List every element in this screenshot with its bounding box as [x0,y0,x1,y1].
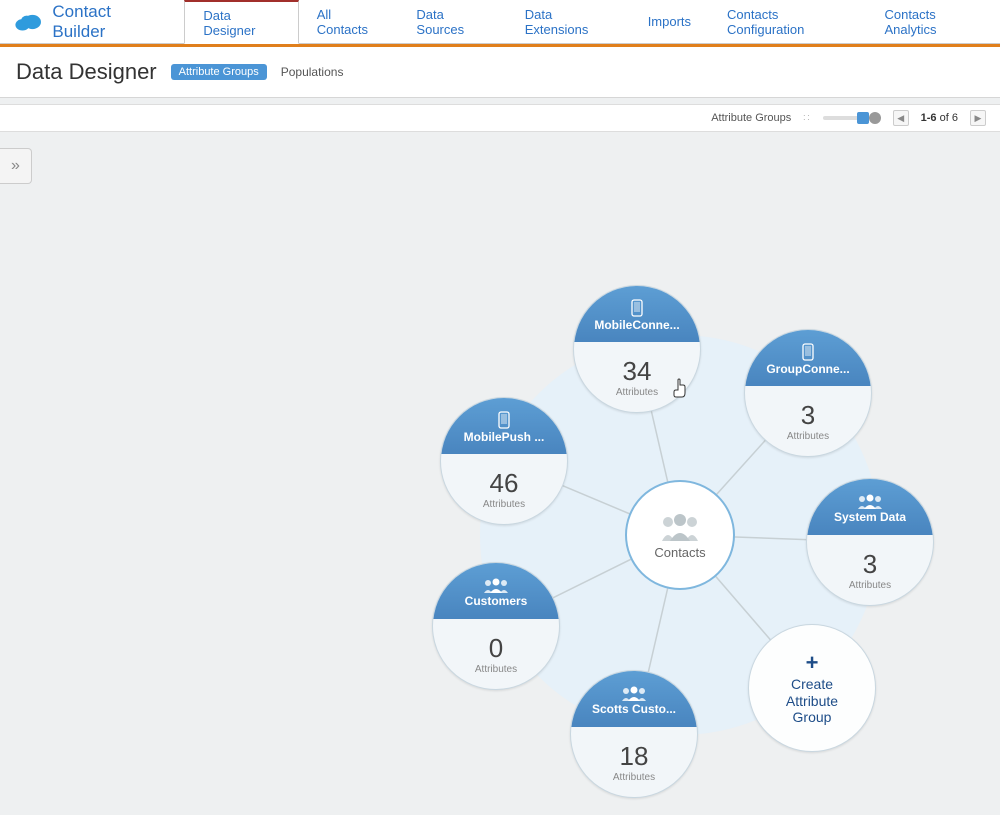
node-group-connect[interactable]: GroupConne... 3 Attributes [744,329,872,457]
node-mobile-connect[interactable]: MobileConne... 34 Attributes [573,285,701,413]
node-name: System Data [834,510,906,524]
node-count: 3 [801,400,815,431]
people-icon [483,577,509,593]
create-attribute-group-button[interactable]: + Create Attribute Group [748,624,876,752]
tab-contacts-analytics[interactable]: Contacts Analytics [866,0,1000,43]
node-system-data[interactable]: System Data 3 Attributes [806,478,934,606]
page-subheader: Data Designer Attribute Groups Populatio… [0,47,1000,98]
node-count: 3 [863,549,877,580]
node-scotts-customers[interactable]: Scotts Custo... 18 Attributes [570,670,698,798]
subtab-attribute-groups[interactable]: Attribute Groups [171,64,267,80]
salesforce-cloud-icon [14,11,42,33]
node-count: 0 [489,633,503,664]
tab-all-contacts[interactable]: All Contacts [299,0,399,43]
contacts-center-node[interactable]: Contacts [625,480,735,590]
node-sublabel: Attributes [849,580,891,591]
node-name: Scotts Custo... [592,702,676,716]
tab-imports[interactable]: Imports [630,0,709,43]
people-icon [658,511,702,541]
node-sublabel: Attributes [475,664,517,675]
plus-icon: + [806,650,819,676]
top-nav: Contact Builder Data Designer All Contac… [0,0,1000,44]
page-title: Data Designer [16,59,157,85]
node-name: GroupConne... [766,362,849,376]
node-count: 46 [490,468,519,499]
node-sublabel: Attributes [613,772,655,783]
node-customers[interactable]: Customers 0 Attributes [432,562,560,690]
tab-contacts-configuration[interactable]: Contacts Configuration [709,0,866,43]
nav-tabs: Data Designer All Contacts Data Sources … [184,0,1000,43]
node-sublabel: Attributes [483,499,525,510]
tab-data-extensions[interactable]: Data Extensions [507,0,630,43]
people-icon [621,685,647,701]
phone-icon [631,299,643,317]
node-sublabel: Attributes [616,387,658,398]
node-count: 34 [623,356,652,387]
phone-icon [802,343,814,361]
tab-data-designer[interactable]: Data Designer [184,0,298,44]
node-name: MobileConne... [594,318,679,332]
phone-icon [498,411,510,429]
contacts-label: Contacts [654,545,705,560]
create-label: Create Attribute Group [786,676,838,726]
tab-data-sources[interactable]: Data Sources [398,0,506,43]
node-mobile-push[interactable]: MobilePush ... 46 Attributes [440,397,568,525]
canvas: » Contacts MobileConne... 34 Attributes [0,120,1000,695]
brand-title: Contact Builder [52,2,162,42]
node-count: 18 [620,741,649,772]
node-sublabel: Attributes [787,431,829,442]
expand-panel-button[interactable]: » [0,148,32,184]
people-icon [857,493,883,509]
node-name: MobilePush ... [464,430,545,444]
node-name: Customers [465,594,528,608]
subtab-populations[interactable]: Populations [281,65,344,79]
